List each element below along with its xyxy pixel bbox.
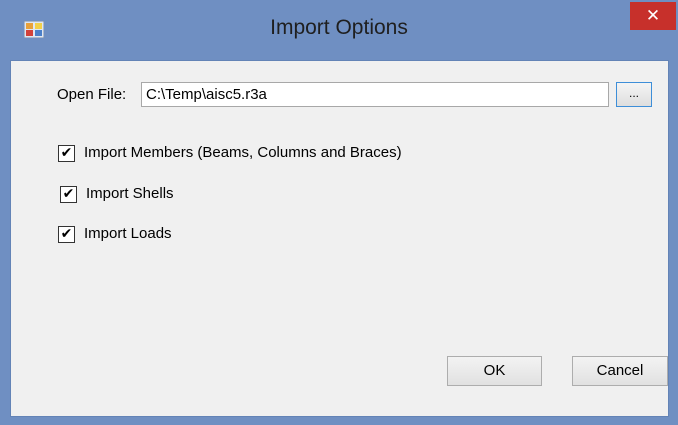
open-file-input[interactable]: [141, 82, 609, 107]
import-options-window: Import Options ✕ Open File: ... ✔ Import…: [0, 0, 678, 425]
import-shells-checkbox[interactable]: ✔: [60, 186, 77, 203]
import-members-checkbox[interactable]: ✔: [58, 145, 75, 162]
import-shells-label[interactable]: Import Shells: [86, 185, 174, 202]
close-icon: ✕: [645, 6, 661, 26]
open-file-label: Open File:: [57, 86, 127, 103]
close-button[interactable]: ✕: [630, 2, 676, 30]
import-loads-label[interactable]: Import Loads: [84, 225, 172, 242]
checkmark-icon: ✔: [60, 226, 73, 242]
ok-button[interactable]: OK: [447, 356, 542, 386]
import-members-label[interactable]: Import Members (Beams, Columns and Brace…: [84, 144, 402, 161]
title-bar[interactable]: Import Options ✕: [0, 0, 678, 60]
import-loads-checkbox[interactable]: ✔: [58, 226, 75, 243]
checkmark-icon: ✔: [60, 145, 73, 161]
dialog-body: Open File: ... ✔ Import Members (Beams, …: [10, 60, 669, 417]
cancel-button[interactable]: Cancel: [572, 356, 668, 386]
checkmark-icon: ✔: [62, 186, 75, 202]
browse-button[interactable]: ...: [616, 82, 652, 107]
window-title: Import Options: [270, 16, 408, 39]
